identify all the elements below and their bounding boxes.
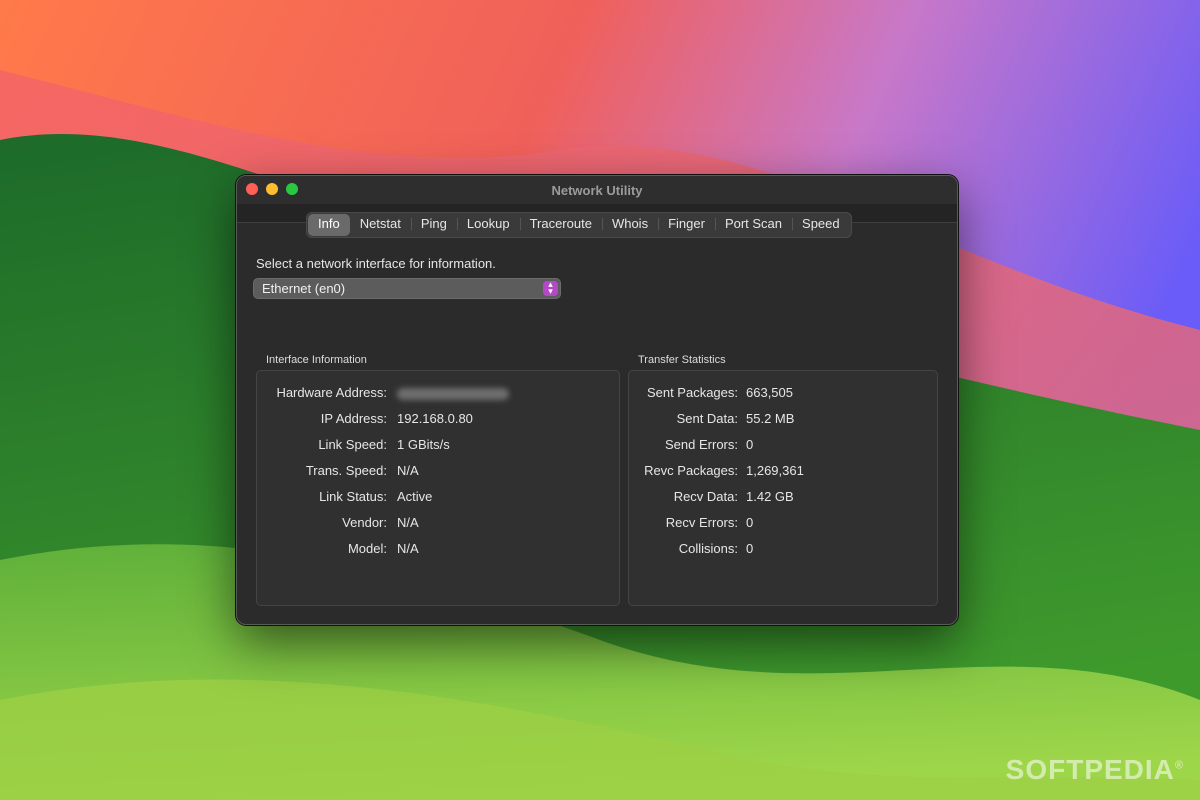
- stats-row: Collisions: 0: [629, 541, 937, 559]
- tab-traceroute[interactable]: Traceroute: [519, 214, 602, 236]
- trans-speed-value: N/A: [397, 463, 419, 478]
- sent-data-value: 55.2 MB: [746, 411, 795, 426]
- vendor-label: Vendor:: [342, 515, 387, 530]
- interface-select-value: Ethernet (en0): [262, 281, 346, 296]
- stats-row: Revc Packages: 1,269,361: [629, 463, 937, 481]
- sent-data-label: Sent Data:: [676, 411, 738, 426]
- tab-bar: Info Netstat Ping Lookup Traceroute Whoi…: [306, 212, 852, 238]
- recv-data-value: 1.42 GB: [746, 489, 794, 504]
- send-errors-value: 0: [746, 437, 754, 452]
- collisions-value: 0: [746, 541, 754, 556]
- ip-address-label: IP Address:: [320, 411, 387, 426]
- collisions-label: Collisions:: [678, 541, 738, 556]
- trans-speed-label: Trans. Speed:: [305, 463, 387, 478]
- recv-errors-value: 0: [746, 515, 754, 530]
- stats-row: Sent Data: 55.2 MB: [629, 411, 937, 429]
- blurred-hardware-address: [397, 388, 509, 400]
- transfer-statistics-box: Sent Packages: 663,505 Sent Data: 55.2 M…: [628, 370, 938, 606]
- stats-row: Recv Errors: 0: [629, 515, 937, 533]
- transfer-statistics-title: Transfer Statistics: [638, 354, 726, 366]
- stats-row: Sent Packages: 663,505: [629, 385, 937, 403]
- recv-errors-label: Recv Errors:: [665, 515, 738, 530]
- vendor-value: N/A: [397, 515, 419, 530]
- title-bar[interactable]: Network Utility: [237, 176, 957, 204]
- link-speed-label: Link Speed:: [318, 437, 387, 452]
- stats-row: Send Errors: 0: [629, 437, 937, 455]
- tab-finger[interactable]: Finger: [658, 214, 715, 236]
- tab-speed[interactable]: Speed: [792, 214, 850, 236]
- link-status-label: Link Status:: [319, 489, 387, 504]
- tab-info[interactable]: Info: [308, 214, 350, 236]
- hardware-address-value: [397, 385, 509, 403]
- link-status-value: Active: [397, 489, 433, 504]
- link-speed-value: 1 GBits/s: [397, 437, 450, 452]
- sent-packages-value: 663,505: [746, 385, 793, 400]
- network-utility-window: Network Utility Info Netstat Ping Lookup…: [236, 175, 958, 625]
- info-row: Link Speed: 1 GBits/s: [257, 437, 619, 455]
- stats-row: Recv Data: 1.42 GB: [629, 489, 937, 507]
- interface-information-box: Hardware Address: IP Address: 192.168.0.…: [256, 370, 620, 606]
- tab-ping[interactable]: Ping: [410, 214, 457, 236]
- tab-netstat[interactable]: Netstat: [350, 214, 411, 236]
- recv-data-label: Recv Data:: [673, 489, 738, 504]
- interface-select[interactable]: Ethernet (en0) ▴ ▾: [253, 278, 561, 299]
- ip-address-value: 192.168.0.80: [397, 411, 473, 426]
- chevron-up-down-icon: ▴ ▾: [543, 280, 558, 296]
- send-errors-label: Send Errors:: [665, 437, 738, 452]
- recv-packages-label: Revc Packages:: [644, 463, 738, 478]
- hardware-address-label: Hardware Address:: [276, 385, 387, 400]
- info-row: Vendor: N/A: [257, 515, 619, 533]
- tab-whois[interactable]: Whois: [601, 214, 658, 236]
- info-row: Link Status: Active: [257, 489, 619, 507]
- tab-port-scan[interactable]: Port Scan: [714, 214, 792, 236]
- softpedia-watermark: SOFTPEDIA®: [1005, 754, 1184, 785]
- info-row: Hardware Address:: [257, 385, 619, 403]
- info-row: Trans. Speed: N/A: [257, 463, 619, 481]
- sent-packages-label: Sent Packages:: [646, 385, 738, 400]
- model-value: N/A: [397, 541, 419, 556]
- window-title: Network Utility: [551, 183, 643, 198]
- interface-information-title: Interface Information: [266, 354, 367, 366]
- recv-packages-value: 1,269,361: [746, 463, 804, 478]
- info-row: Model: N/A: [257, 541, 619, 559]
- info-row: IP Address: 192.168.0.80: [257, 411, 619, 429]
- interface-prompt: Select a network interface for informati…: [256, 256, 496, 271]
- tab-lookup[interactable]: Lookup: [456, 214, 520, 236]
- model-label: Model:: [347, 541, 387, 556]
